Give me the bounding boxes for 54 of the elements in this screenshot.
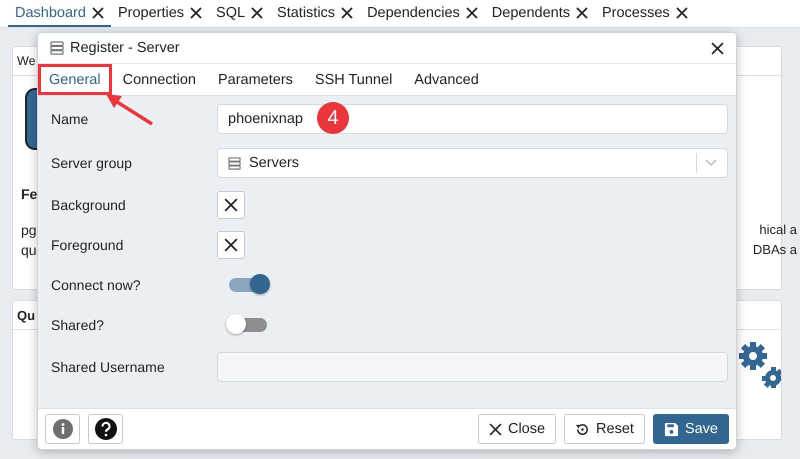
color-picker[interactable] <box>217 231 245 259</box>
close-button[interactable]: Close <box>478 414 556 444</box>
server-icon <box>50 41 64 55</box>
section-heading: Fe <box>21 186 38 202</box>
close-icon <box>676 6 688 18</box>
info-icon <box>52 419 72 439</box>
paragraph-text: pg <box>21 221 37 240</box>
close-icon <box>488 422 502 436</box>
field-label: Shared? <box>51 317 105 333</box>
field-label: Server group <box>51 155 133 171</box>
tab[interactable]: Advanced <box>403 64 490 95</box>
field-label: Shared Username <box>51 359 166 375</box>
field-label: Name <box>51 111 90 127</box>
paragraph-text: hical a <box>759 221 797 239</box>
paragraph-text: DBAs a <box>752 241 797 259</box>
close-icon[interactable] <box>711 42 724 54</box>
color-picker[interactable] <box>217 191 245 219</box>
document-tab[interactable]: Processes <box>594 0 695 27</box>
close-icon <box>92 6 104 18</box>
panel-title: Qu <box>17 308 36 322</box>
clear-icon <box>224 198 238 212</box>
clear-icon <box>224 238 238 252</box>
tab[interactable]: Parameters <box>206 64 304 95</box>
close-icon <box>190 6 202 18</box>
info-button[interactable] <box>45 414 80 444</box>
close-icon <box>466 6 478 18</box>
reset-icon <box>575 422 590 436</box>
close-icon <box>341 6 354 18</box>
save-button[interactable]: Save <box>652 414 729 444</box>
document-tab[interactable]: Dependents <box>484 0 595 27</box>
select-field[interactable]: Servers <box>217 148 728 178</box>
close-icon <box>251 6 264 18</box>
document-tab[interactable]: Dashboard <box>8 0 111 27</box>
server-icon <box>228 156 241 170</box>
chevron-down-icon <box>705 159 717 167</box>
close-icon <box>576 6 588 18</box>
dialog-title: Register - Server <box>70 40 181 56</box>
document-tab[interactable]: Dependencies <box>360 0 485 27</box>
panel-title: We <box>17 54 36 68</box>
document-tab[interactable]: SQL <box>209 0 270 27</box>
paragraph-text: qu <box>21 241 37 260</box>
document-tab[interactable]: Properties <box>110 0 210 27</box>
save-icon <box>664 422 679 436</box>
field-label: Foreground <box>51 237 124 253</box>
tab[interactable]: SSH Tunnel <box>304 64 404 95</box>
document-tab[interactable]: Statistics <box>270 0 360 27</box>
field-label: Connect now? <box>51 277 142 293</box>
tab[interactable]: Connection <box>112 64 207 95</box>
help-button[interactable] <box>88 414 123 444</box>
reset-button[interactable]: Reset <box>564 414 645 444</box>
tab[interactable]: General <box>38 64 112 95</box>
help-icon <box>94 418 116 440</box>
arrow <box>106 94 153 126</box>
field-label: Background <box>51 197 127 213</box>
